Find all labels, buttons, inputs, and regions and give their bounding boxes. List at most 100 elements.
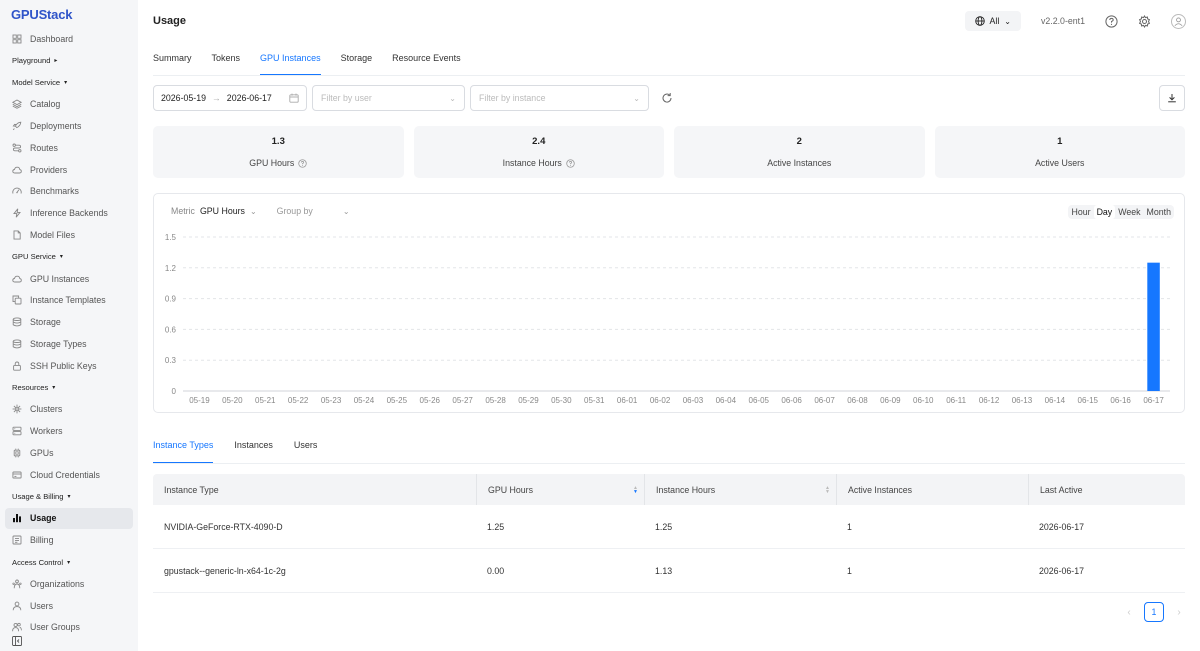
stat-label: Instance Hours	[503, 158, 575, 168]
summary-stats: 1.3 GPU Hours 2.4 Instance Hours 2 Active Ins…	[153, 126, 1185, 178]
sidebar-item-storage-types[interactable]: Storage Types	[5, 333, 133, 355]
x-tick-label: 06-12	[979, 396, 1000, 405]
sidebar-group-access-control[interactable]: Access Control ▾	[5, 551, 133, 573]
app-logo[interactable]: GPUStack	[11, 7, 72, 22]
date-start[interactable]: 2026-05-19	[161, 93, 206, 103]
download-icon	[1168, 94, 1176, 103]
sidebar-group-playground[interactable]: Playground ▸	[5, 50, 133, 72]
usage-bar-chart: 0 0.3 0.6 0.9 1.2 1.5 05-19 05-20 05-21 05-22 05-2…	[165, 233, 1170, 405]
help-icon[interactable]	[1105, 14, 1118, 28]
sidebar-item-user-groups[interactable]: User Groups	[5, 617, 133, 639]
sidebar-item-workers[interactable]: Workers	[5, 420, 133, 442]
tab-tokens[interactable]: Tokens	[212, 52, 241, 76]
sidebar-item-organizations[interactable]: Organizations	[5, 573, 133, 595]
filter-by-user-select[interactable]: Filter by user ⌄	[312, 85, 465, 111]
stat-label: Active Users	[1035, 158, 1084, 168]
question-circle-icon[interactable]	[298, 158, 307, 168]
tab-users[interactable]: Users	[294, 436, 318, 464]
sidebar-item-storage[interactable]: Storage	[5, 311, 133, 333]
stat-value: 1	[1057, 136, 1063, 147]
sidebar-item-deployments[interactable]: Deployments	[5, 115, 133, 137]
user-avatar[interactable]	[1171, 13, 1186, 29]
sidebar-group-gpu-service[interactable]: GPU Service ▾	[5, 246, 133, 268]
column-header-gpu-hours[interactable]: GPU Hours ▲ ▼	[476, 474, 644, 505]
next-page-icon[interactable]: ›	[1170, 607, 1188, 618]
filter-by-instance-select[interactable]: Filter by instance ⌄	[470, 85, 649, 111]
metric-select[interactable]: GPU Hours	[200, 206, 245, 216]
bar-chart-icon	[12, 513, 22, 523]
scope-select[interactable]: All ⌄	[964, 11, 1021, 31]
main-content: Usage All ⌄ v2.2.0-ent1 Summary Tokens GPU…	[138, 0, 1200, 651]
sidebar-item-label: Providers	[30, 164, 68, 175]
tab-instances[interactable]: Instances	[234, 436, 273, 464]
sidebar-item-benchmarks[interactable]: Benchmarks	[5, 181, 133, 203]
sidebar-item-instance-templates[interactable]: Instance Templates	[5, 290, 133, 312]
tab-storage[interactable]: Storage	[341, 52, 373, 76]
group-by-select[interactable]: Group by	[277, 206, 313, 216]
granularity-month[interactable]: Month	[1144, 205, 1174, 219]
question-circle-icon[interactable]	[566, 158, 575, 168]
tab-instance-types[interactable]: Instance Types	[153, 436, 214, 464]
sidebar-item-model-files[interactable]: Model Files	[5, 224, 133, 246]
x-tick-label: 06-06	[781, 396, 802, 405]
date-end[interactable]: 2026-06-17	[227, 93, 272, 103]
chart-bar[interactable]	[1147, 262, 1160, 391]
sidebar-item-providers[interactable]: Providers	[5, 159, 133, 181]
prev-page-icon[interactable]: ‹	[1120, 607, 1138, 618]
refresh-icon[interactable]	[661, 92, 673, 104]
sidebar-item-gpus[interactable]: GPUs	[5, 442, 133, 464]
stat-value: 2	[796, 136, 802, 147]
granularity-hour[interactable]: Hour	[1068, 205, 1093, 219]
y-tick-label: 0.3	[165, 356, 177, 365]
y-tick-label: 0	[172, 387, 177, 396]
granularity-week[interactable]: Week	[1115, 205, 1143, 219]
table-cell: NVIDIA-GeForce-RTX-4090-D	[164, 521, 283, 532]
page-number[interactable]: 1	[1144, 602, 1164, 622]
sort-icon[interactable]: ▲ ▼	[825, 485, 830, 494]
column-header-last-active: Last Active	[1028, 474, 1185, 505]
granularity-day[interactable]: Day	[1093, 205, 1116, 219]
sidebar-item-billing[interactable]: Billing	[5, 529, 133, 551]
tab-gpu-instances[interactable]: GPU Instances	[260, 52, 321, 76]
download-button[interactable]	[1159, 85, 1185, 111]
x-tick-label: 05-21	[255, 396, 276, 405]
settings-gear-icon[interactable]	[1138, 14, 1151, 28]
caret-down-icon: ▾	[59, 254, 63, 261]
sidebar-group-usage-billing[interactable]: Usage & Billing ▾	[5, 486, 133, 508]
sidebar-item-ssh-public-keys[interactable]: SSH Public Keys	[5, 355, 133, 377]
sidebar-item-usage[interactable]: Usage	[5, 507, 133, 530]
sidebar-item-clusters[interactable]: Clusters	[5, 399, 133, 421]
sidebar-item-label: Catalog	[30, 99, 61, 110]
sidebar-group-model-service[interactable]: Model Service ▾	[5, 72, 133, 94]
stat-card-active-users: 1 Active Users	[934, 126, 1185, 178]
sidebar-collapse-icon[interactable]	[12, 636, 22, 646]
sidebar-item-inference-backends[interactable]: Inference Backends	[5, 202, 133, 224]
sidebar-group-resources[interactable]: Resources ▾	[5, 377, 133, 399]
sidebar-item-dashboard[interactable]: Dashboard	[5, 28, 133, 50]
table-cell: 1	[847, 521, 852, 532]
date-range-picker[interactable]: 2026-05-19 → 2026-06-17	[153, 85, 307, 111]
column-header-instance-hours[interactable]: Instance Hours ▲ ▼	[644, 474, 836, 505]
column-header-label: Active Instances	[848, 484, 913, 495]
sort-icon[interactable]: ▲ ▼	[633, 485, 638, 494]
billing-icon	[12, 535, 22, 545]
sidebar-item-cloud-credentials[interactable]: Cloud Credentials	[5, 464, 133, 486]
chevron-down-icon: ⌄	[249, 206, 257, 216]
sidebar-item-routes[interactable]: Routes	[5, 137, 133, 159]
sidebar-group-label: Access Control	[12, 557, 64, 567]
stat-label: Active Instances	[767, 158, 831, 168]
globe-icon	[974, 16, 985, 26]
users-icon	[12, 622, 22, 632]
sidebar-item-users[interactable]: Users	[5, 595, 133, 617]
sidebar-group-label: Model Service	[12, 77, 61, 87]
x-tick-label: 06-05	[749, 396, 770, 405]
stat-card-active-instances: 2 Active Instances	[674, 126, 925, 178]
version-label: v2.2.0-ent1	[1040, 16, 1085, 26]
tab-summary[interactable]: Summary	[153, 52, 192, 76]
tab-resource-events[interactable]: Resource Events	[392, 52, 461, 76]
sidebar-item-gpu-instances[interactable]: GPU Instances	[5, 268, 133, 290]
x-tick-label: 05-29	[518, 396, 539, 405]
caret-down-icon: ▾	[52, 385, 56, 392]
x-tick-label: 06-16	[1110, 396, 1131, 405]
sidebar-item-catalog[interactable]: Catalog	[5, 93, 133, 115]
